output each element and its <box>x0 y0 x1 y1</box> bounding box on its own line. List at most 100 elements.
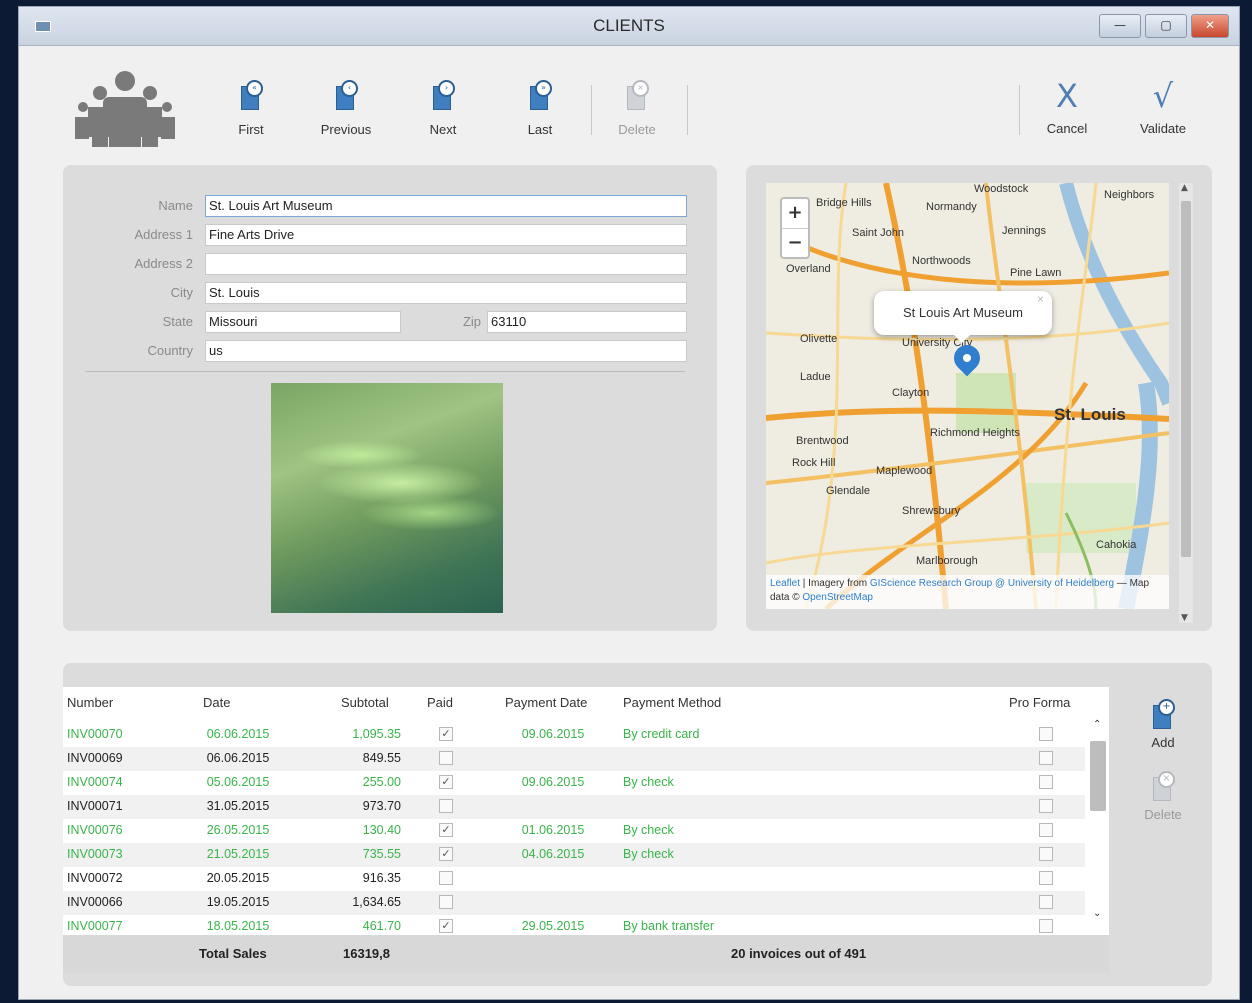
validate-button[interactable]: √ Validate <box>1128 79 1198 136</box>
invoices-panel: Number Date Subtotal Paid Payment Date P… <box>63 663 1212 986</box>
toolbar: « First ‹ Previous › Next » Last × Delet… <box>19 47 1239 147</box>
delete-invoice-button[interactable]: × Delete <box>1133 771 1193 822</box>
pro-forma-checkbox[interactable] <box>1039 775 1053 789</box>
col-date-header[interactable]: Date <box>203 695 230 710</box>
col-payment-method-header[interactable]: Payment Method <box>623 695 721 710</box>
cell-subtotal: 461.70 <box>362 919 401 933</box>
popup-close-icon[interactable]: × <box>1037 277 1044 321</box>
pro-forma-checkbox[interactable] <box>1039 727 1053 741</box>
zip-label: Zip <box>462 314 481 329</box>
table-row[interactable]: INV00073 21.05.2015 735.55 04.06.2015 By che… <box>63 843 1085 867</box>
table-row[interactable]: INV00072 20.05.2015 916.35 <box>63 867 1085 891</box>
map-place-label: Maplewood <box>876 465 933 477</box>
add-invoice-icon: + <box>1151 699 1175 729</box>
cell-number: INV00074 <box>67 775 123 789</box>
pro-forma-checkbox[interactable] <box>1039 847 1053 861</box>
pro-forma-checkbox[interactable] <box>1039 823 1053 837</box>
col-paid-header[interactable]: Paid <box>427 695 453 710</box>
last-button[interactable]: » Last <box>500 80 580 137</box>
cell-date: 20.05.2015 <box>206 871 270 885</box>
name-field[interactable]: St. Louis Art Museum <box>205 195 687 217</box>
last-label: Last <box>527 122 553 137</box>
previous-label: Previous <box>320 122 372 137</box>
cell-number: INV00077 <box>67 919 123 933</box>
cancel-x-icon: X <box>1056 77 1078 115</box>
table-scroll-up-icon[interactable]: ⌃ <box>1093 719 1101 730</box>
last-record-icon: » <box>528 80 552 110</box>
address2-field[interactable] <box>205 253 687 275</box>
first-button[interactable]: « First <box>211 80 291 137</box>
cell-number: INV00076 <box>67 823 123 837</box>
close-button[interactable]: ✕ <box>1191 14 1229 38</box>
openstreetmap-link[interactable]: OpenStreetMap <box>802 592 873 603</box>
delete-invoice-icon: × <box>1151 771 1175 801</box>
cell-date: 19.05.2015 <box>206 895 270 909</box>
scroll-up-arrow-icon[interactable]: ▲ <box>1181 183 1188 193</box>
next-button[interactable]: › Next <box>403 80 483 137</box>
state-label: State <box>162 314 193 329</box>
country-field[interactable]: us <box>205 340 687 362</box>
map-view[interactable]: Woodstock Normandy Jennings Saint John N… <box>766 183 1169 609</box>
city-field[interactable]: St. Louis <box>205 282 687 304</box>
paid-checkbox[interactable]: ✓ <box>439 823 453 837</box>
table-row[interactable]: INV00076 26.05.2015 130.40 01.06.2015 By che… <box>63 819 1085 843</box>
paid-checkbox[interactable]: ✓ <box>439 847 453 861</box>
table-scrollbar[interactable]: ⌃ ⌄ <box>1087 717 1109 935</box>
previous-button[interactable]: ‹ Previous <box>306 80 386 137</box>
scroll-down-arrow-icon[interactable]: ▼ <box>1181 613 1188 623</box>
paid-checkbox[interactable] <box>439 799 453 813</box>
zoom-out-button[interactable]: − <box>782 229 808 258</box>
paid-checkbox[interactable]: ✓ <box>439 727 453 741</box>
zip-field[interactable]: 63110 <box>487 311 687 333</box>
minimize-button[interactable]: — <box>1099 14 1141 38</box>
paid-checkbox[interactable]: ✓ <box>439 919 453 933</box>
cancel-button[interactable]: X Cancel <box>1032 79 1102 136</box>
validate-label: Validate <box>1139 121 1186 136</box>
giscience-link[interactable]: GIScience Research Group @ University of… <box>870 578 1114 589</box>
add-invoice-button[interactable]: + Add <box>1133 699 1193 750</box>
map-scroll-thumb[interactable] <box>1181 201 1191 557</box>
table-scroll-down-icon[interactable]: ⌄ <box>1093 908 1101 919</box>
map-scrollbar[interactable]: ▲ ▼ <box>1179 183 1193 623</box>
table-row[interactable]: INV00069 06.06.2015 849.55 <box>63 747 1085 771</box>
pro-forma-checkbox[interactable] <box>1039 895 1053 909</box>
col-pro-forma-header[interactable]: Pro Forma <box>1009 695 1070 710</box>
paid-checkbox[interactable] <box>439 895 453 909</box>
first-record-icon: « <box>239 80 263 110</box>
cell-subtotal: 255.00 <box>362 775 401 789</box>
table-row[interactable]: INV00074 05.06.2015 255.00 09.06.2015 By che… <box>63 771 1085 795</box>
pro-forma-checkbox[interactable] <box>1039 751 1053 765</box>
paid-checkbox[interactable] <box>439 871 453 885</box>
address1-field[interactable]: Fine Arts Drive <box>205 224 687 246</box>
paid-checkbox[interactable] <box>439 751 453 765</box>
table-row[interactable]: INV00077 18.05.2015 461.70 29.05.2015 By ban… <box>63 915 1085 935</box>
cell-subtotal: 916.35 <box>362 871 401 885</box>
pro-forma-checkbox[interactable] <box>1039 871 1053 885</box>
cell-number: INV00073 <box>67 847 123 861</box>
cell-date: 21.05.2015 <box>206 847 270 861</box>
table-row[interactable]: INV00070 06.06.2015 1,095.35 09.06.2015 By c… <box>63 723 1085 747</box>
terrain-image <box>271 383 503 613</box>
maximize-button[interactable]: ▢ <box>1145 14 1187 38</box>
cell-payment-method: By credit card <box>623 727 700 741</box>
table-row[interactable]: INV00071 31.05.2015 973.70 <box>63 795 1085 819</box>
zoom-in-button[interactable]: + <box>782 199 808 229</box>
cell-payment-date: 09.06.2015 <box>521 775 585 789</box>
pro-forma-checkbox[interactable] <box>1039 799 1053 813</box>
clients-group-icon <box>75 71 175 147</box>
name-label: Name <box>158 198 193 213</box>
table-scroll-thumb[interactable] <box>1090 741 1106 811</box>
col-payment-date-header[interactable]: Payment Date <box>505 695 587 710</box>
paid-checkbox[interactable]: ✓ <box>439 775 453 789</box>
cell-payment-date: 09.06.2015 <box>521 727 585 741</box>
col-number-header[interactable]: Number <box>67 695 113 710</box>
delete-button[interactable]: × Delete <box>597 80 677 137</box>
cell-subtotal: 973.70 <box>362 799 401 813</box>
leaflet-link[interactable]: Leaflet <box>770 578 800 589</box>
pro-forma-checkbox[interactable] <box>1039 919 1053 933</box>
invoice-count: 20 invoices out of 491 <box>731 946 867 961</box>
table-row[interactable]: INV00066 19.05.2015 1,634.65 <box>63 891 1085 915</box>
toolbar-separator <box>687 85 688 135</box>
cell-payment-method: By check <box>623 775 674 789</box>
col-subtotal-header[interactable]: Subtotal <box>341 695 389 710</box>
